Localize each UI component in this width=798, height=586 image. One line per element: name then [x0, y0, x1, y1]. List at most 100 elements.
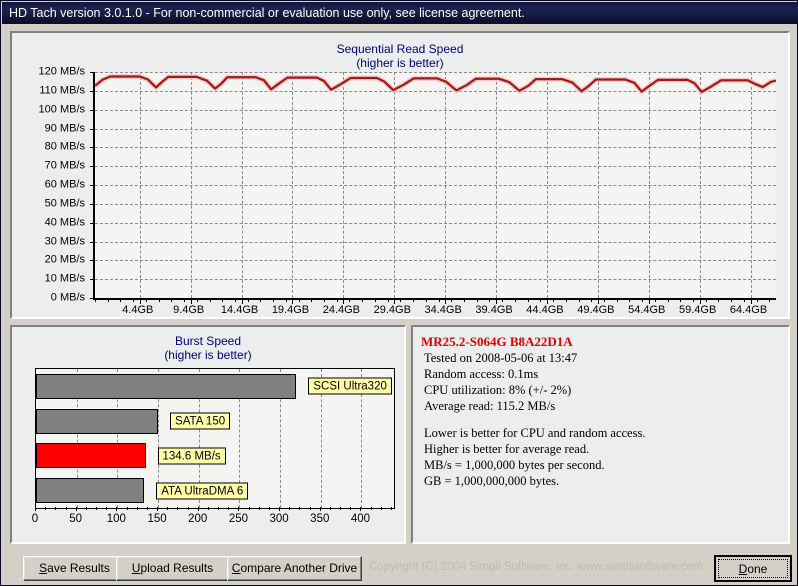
sequential-xtick-minor — [756, 299, 758, 302]
sequential-xtick-label: 14.4GB — [220, 304, 259, 316]
tested-on-text: Tested on 2008-05-06 at 13:47 — [424, 351, 578, 365]
copyright-text: Copyright (C) 2004 Simpli Software, Inc.… — [369, 561, 703, 573]
save-results-button[interactable]: Save Results — [23, 556, 126, 581]
burst-xtick-minor — [390, 507, 392, 510]
sequential-xtick-minor — [298, 299, 300, 302]
burst-xtick-minor — [207, 507, 209, 510]
sequential-ytick-label: 100 MB/s — [38, 103, 85, 116]
burst-xtick-label: 400 — [350, 513, 371, 525]
sequential-xtick-minor — [311, 299, 313, 302]
compare-another-drive-label: Compare Another Drive — [231, 561, 358, 575]
sequential-ytick-label: 0 MB/s — [50, 291, 85, 304]
burst-xtick-minor — [85, 507, 87, 510]
sequential-ytick-label: 30 MB/s — [44, 235, 85, 247]
sequential-xtick-minor — [489, 299, 491, 302]
sequential-xtick-minor — [451, 299, 453, 302]
sequential-xtick-minor — [667, 299, 669, 302]
burst-xtick-minor — [289, 507, 291, 510]
sequential-xtick-label: 49.4GB — [577, 304, 615, 316]
burst-xtick-minor — [187, 507, 189, 510]
note-mb-definition: MB/s = 1,000,000 bytes per second. — [424, 458, 605, 472]
sequential-xtick-minor — [260, 299, 262, 302]
sequential-ytick-label: 20 MB/s — [44, 253, 85, 266]
sequential-xtick-minor — [400, 299, 402, 302]
burst-xtick-minor — [218, 507, 220, 510]
sequential-xtick-minor — [629, 299, 631, 302]
sequential-xtick-minor — [387, 299, 389, 302]
sequential-xtick-minor — [642, 299, 644, 302]
sequential-xtick-minor — [540, 299, 542, 302]
burst-xtick-minor — [106, 507, 108, 510]
burst-xtick-minor — [177, 507, 179, 510]
sequential-xtick-minor — [514, 299, 516, 302]
sequential-xtick-minor — [171, 299, 173, 302]
burst-xtick-minor — [258, 507, 260, 510]
burst-xtick-minor — [370, 507, 372, 510]
sequential-xtick-minor — [95, 299, 96, 302]
sequential-xtick-minor — [336, 299, 338, 302]
sequential-xtick-minor — [502, 299, 504, 302]
burst-bar — [36, 373, 297, 399]
sequential-xtick-label: 19.4GB — [271, 304, 310, 316]
sequential-xtick-minor — [324, 299, 326, 302]
burst-plot-area: SCSI Ultra320 SATA 150 134.6 MB/s ATA Ultra… — [35, 368, 395, 509]
burst-xtick-minor — [238, 507, 240, 510]
sequential-xtick-minor — [769, 299, 771, 302]
drive-model-title: MR25.2-S064G B8A22D1A — [421, 334, 573, 349]
burst-xtick-minor — [268, 507, 270, 510]
sequential-ytick-label: 10 MB/s — [44, 272, 85, 285]
sequential-xtick-minor — [234, 299, 236, 302]
sequential-xtick-minor — [209, 299, 211, 302]
drive-info-panel: MR25.2-S064G B8A22D1A Tested on 2008-05-… — [411, 325, 790, 544]
sequential-xtick-minor — [158, 299, 160, 302]
burst-bar — [36, 443, 146, 469]
sequential-xtick-minor — [718, 299, 720, 302]
sequential-xtick-minor — [349, 299, 351, 302]
sequential-xtick-minor — [285, 299, 287, 302]
sequential-ytick-label: 90 MB/s — [44, 122, 85, 134]
compare-another-drive-button[interactable]: Compare Another Drive — [227, 556, 362, 581]
note-gb-definition: GB = 1,000,000,000 bytes. — [424, 474, 560, 488]
sequential-xtick-minor — [693, 299, 695, 302]
burst-bar-label: SCSI Ultra320 — [308, 377, 392, 395]
sequential-ytick-label: 110 MB/s — [39, 84, 85, 97]
sequential-ytick-label: 80 MB/s — [44, 140, 85, 153]
sequential-ytick-label: 60 MB/s — [44, 178, 85, 191]
sequential-xtick-label: 9.4GB — [173, 304, 205, 316]
sequential-xtick-minor — [616, 299, 618, 302]
burst-bar — [36, 478, 145, 504]
sequential-plot-area — [90, 72, 776, 304]
burst-xtick-minor — [329, 507, 331, 510]
note-higher-is-better: Higher is better for average read. — [424, 442, 590, 456]
burst-xtick-label: 300 — [269, 513, 289, 525]
sequential-xtick-minor — [731, 299, 733, 302]
burst-xtick-label: 350 — [310, 513, 330, 525]
burst-bar-label: SATA 150 — [170, 412, 231, 430]
burst-speed-chart-panel: Burst Speed (higher is better) SCSI Ultr… — [10, 325, 406, 544]
burst-xtick-minor — [75, 507, 77, 510]
burst-xtick-minor — [279, 507, 281, 510]
burst-xtick-minor — [65, 507, 67, 510]
burst-chart-subtitle: (higher is better) — [164, 348, 252, 362]
sequential-xtick-minor — [133, 299, 135, 302]
sequential-xtick-minor — [425, 299, 427, 302]
sequential-chart-subtitle: (higher is better) — [356, 56, 444, 70]
sequential-xtick-minor — [247, 299, 249, 302]
burst-xtick-label: 50 — [69, 513, 83, 525]
burst-xtick-minor — [35, 507, 36, 510]
sequential-xtick-minor — [654, 299, 656, 302]
sequential-chart-title-main: Sequential Read Speed — [336, 42, 464, 56]
sequential-xtick-minor — [591, 299, 593, 302]
sequential-xtick-minor — [527, 299, 529, 302]
window-title-bar: HD Tach version 3.0.1.0 - For non-commer… — [2, 2, 798, 24]
sequential-xtick-label: 54.4GB — [628, 304, 666, 316]
sequential-xtick-minor — [553, 299, 555, 302]
upload-results-button[interactable]: Upload Results — [116, 556, 229, 581]
sequential-xtick-minor — [273, 299, 275, 302]
sequential-xtick-minor — [743, 299, 745, 302]
burst-xtick-minor — [380, 507, 382, 510]
sequential-xtick-minor — [603, 299, 605, 302]
done-button[interactable]: Done — [714, 555, 792, 582]
burst-xtick-label: 100 — [106, 513, 126, 525]
